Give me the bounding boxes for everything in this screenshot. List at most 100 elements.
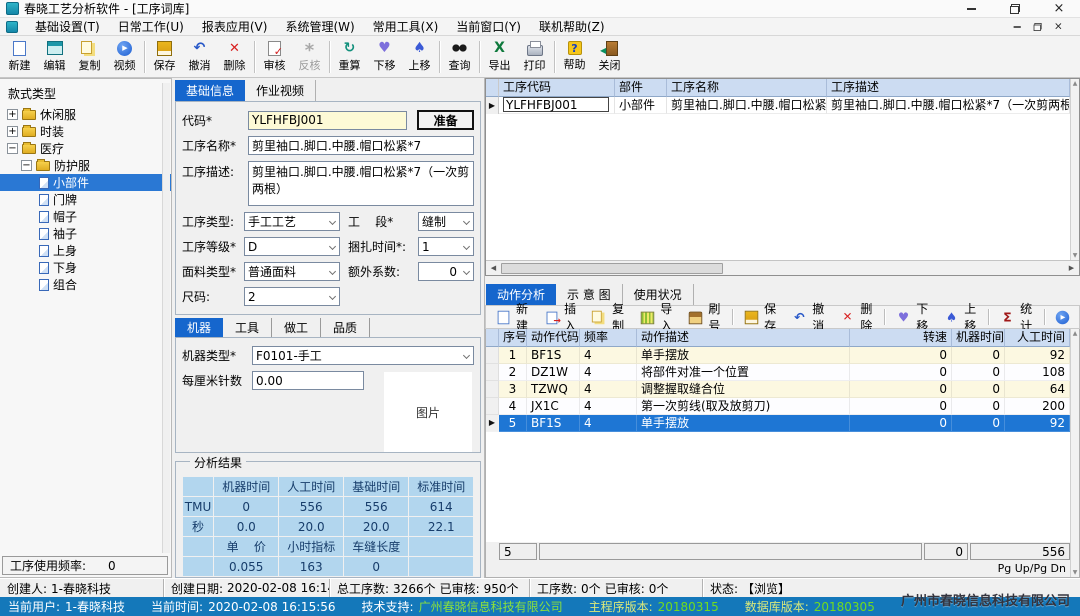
table-row-selected[interactable]: ▶ 5 BF1S 4 单手摆放 0 0 92 [486,415,1070,432]
bundle-time-select[interactable]: 1 [418,237,474,256]
child-close-button[interactable]: × [1053,22,1064,32]
cell-seq[interactable]: 4 [499,398,527,415]
table-row[interactable]: 1 BF1S 4 单手摆放 0 0 92 [486,347,1070,364]
cell-process-code[interactable]: YLFHFBJ001 [499,97,615,114]
cell-labor-time[interactable]: 92 [1005,415,1070,432]
cell-machine-time[interactable]: 0 [952,415,1005,432]
tab-work-video[interactable]: 作业视频 [245,80,316,101]
help-button[interactable]: 帮助 [557,37,592,77]
extra-factor-select[interactable]: 0 [418,262,474,281]
action-delete-button[interactable]: 删除 [833,307,880,328]
cell-frequency[interactable]: 4 [580,347,637,364]
col-header-process-desc[interactable]: 工序描述 [827,79,1070,97]
cell-speed[interactable]: 0 [850,347,952,364]
tree-item-sleeve[interactable]: 袖子 [0,225,171,242]
cell-machine-time[interactable]: 0 [952,364,1005,381]
work-section-select[interactable]: 缝制 [418,212,474,231]
cell-seq[interactable]: 3 [499,381,527,398]
process-type-select[interactable]: 手工工艺 [244,212,340,231]
action-move-up-button[interactable]: 上移 [937,307,984,328]
col-header-speed[interactable]: 转速 [850,329,952,347]
col-header-labor-time[interactable]: 人工时间 [1005,329,1070,347]
process-grade-select[interactable]: D [244,237,340,256]
child-restore-button[interactable] [1032,22,1043,32]
prepare-button[interactable]: 准备 [417,110,474,130]
cell-action-code[interactable]: BF1S [527,347,580,364]
menu-current-window[interactable]: 当前窗口(Y) [447,18,530,36]
expand-toggle-icon[interactable] [7,109,18,120]
collapse-toggle-icon[interactable] [7,143,18,154]
col-header-process-name[interactable]: 工序名称 [667,79,827,97]
tree-item-lower-body[interactable]: 下身 [0,259,171,276]
col-header-part[interactable]: 部件 [615,79,667,97]
menu-daily-work[interactable]: 日常工作(U) [109,18,193,36]
tree-item-medical[interactable]: 医疗 [0,140,171,157]
col-header-process-code[interactable]: 工序代码 [499,79,615,97]
expand-toggle-icon[interactable] [7,126,18,137]
restore-button[interactable] [1008,3,1022,15]
cell-frequency[interactable]: 4 [580,364,637,381]
process-desc-textarea[interactable] [248,161,474,206]
cell-speed[interactable]: 0 [850,364,952,381]
action-table-vertical-scrollbar[interactable]: ▲ ▼ [1070,329,1079,577]
cell-labor-time[interactable]: 92 [1005,347,1070,364]
tree-item-small-parts[interactable]: 小部件 [0,174,171,191]
undo-button[interactable]: 撤消 [182,37,217,77]
copy-button[interactable]: 复制 [72,37,107,77]
export-button[interactable]: 导出 [482,37,517,77]
stitches-per-cm-input[interactable] [252,371,364,390]
save-button[interactable]: 保存 [147,37,182,77]
print-button[interactable]: 打印 [517,37,552,77]
cell-labor-time[interactable]: 108 [1005,364,1070,381]
cell-labor-time[interactable]: 64 [1005,381,1070,398]
table-row[interactable]: 2 DZ1W 4 将部件对准一个位置 0 0 108 [486,364,1070,381]
action-move-down-button[interactable]: 下移 [889,307,936,328]
cell-seq[interactable]: 1 [499,347,527,364]
close-button[interactable]: × [1052,3,1066,15]
tree-item-doorplate[interactable]: 门牌 [0,191,171,208]
cell-process-name[interactable]: 剪里袖口.脚口.中腰.帽口松紧*7 [667,97,827,114]
tree-item-hat[interactable]: 帽子 [0,208,171,225]
machine-type-select[interactable]: F0101-手工 [252,346,474,365]
cell-action-code[interactable]: DZ1W [527,364,580,381]
menu-help[interactable]: 联机帮助(Z) [530,18,614,36]
move-down-button[interactable]: 下移 [367,37,402,77]
process-table-horizontal-scrollbar[interactable]: ◀ ▶ [486,260,1079,275]
action-save-button[interactable]: 保存 [737,307,784,328]
menu-system[interactable]: 系统管理(W) [276,18,363,36]
size-select[interactable]: 2 [244,287,340,306]
cell-action-code[interactable]: JX1C [527,398,580,415]
action-renumber-button[interactable]: 刷号 [681,307,728,328]
tree-item-upper-body[interactable]: 上身 [0,242,171,259]
tree-item-combination[interactable]: 组合 [0,276,171,293]
cell-editor[interactable]: YLFHFBJ001 [503,97,609,112]
edit-button[interactable]: 编辑 [37,37,72,77]
action-undo-button[interactable]: 撤消 [785,307,832,328]
cell-machine-time[interactable]: 0 [952,398,1005,415]
process-table-vertical-scrollbar[interactable]: ▲ ▼ [1070,79,1079,260]
cell-action-desc[interactable]: 调整握取缝合位 [637,381,850,398]
cell-action-code[interactable]: TZWQ [527,381,580,398]
col-header-action-code[interactable]: 动作代码 [527,329,580,347]
cell-action-desc[interactable]: 将部件对准一个位置 [637,364,850,381]
cell-action-desc[interactable]: 第一次剪线(取及放剪刀) [637,398,850,415]
cell-part[interactable]: 小部件 [615,97,667,114]
col-header-frequency[interactable]: 频率 [580,329,637,347]
recalculate-button[interactable]: 重算 [332,37,367,77]
minimize-button[interactable] [964,3,978,15]
collapse-toggle-icon[interactable] [21,160,32,171]
col-header-seq[interactable]: 序号 [499,329,527,347]
tree-item-casual[interactable]: 休闲服 [0,106,171,123]
table-row[interactable]: ▶ YLFHFBJ001 小部件 剪里袖口.脚口.中腰.帽口松紧*7 剪里袖口.… [486,97,1070,114]
tab-quality[interactable]: 品质 [321,318,370,337]
cell-machine-time[interactable]: 0 [952,347,1005,364]
action-insert-button[interactable]: 插入 [537,307,584,328]
search-button[interactable]: 查询 [442,37,477,77]
cell-labor-time[interactable]: 200 [1005,398,1070,415]
cell-speed[interactable]: 0 [850,415,952,432]
move-up-button[interactable]: 上移 [402,37,437,77]
tree-scrollbar[interactable] [162,83,170,553]
action-copy-button[interactable]: 复制 [585,307,632,328]
code-input[interactable] [248,111,407,130]
action-new-button[interactable]: 新建 [489,307,536,328]
